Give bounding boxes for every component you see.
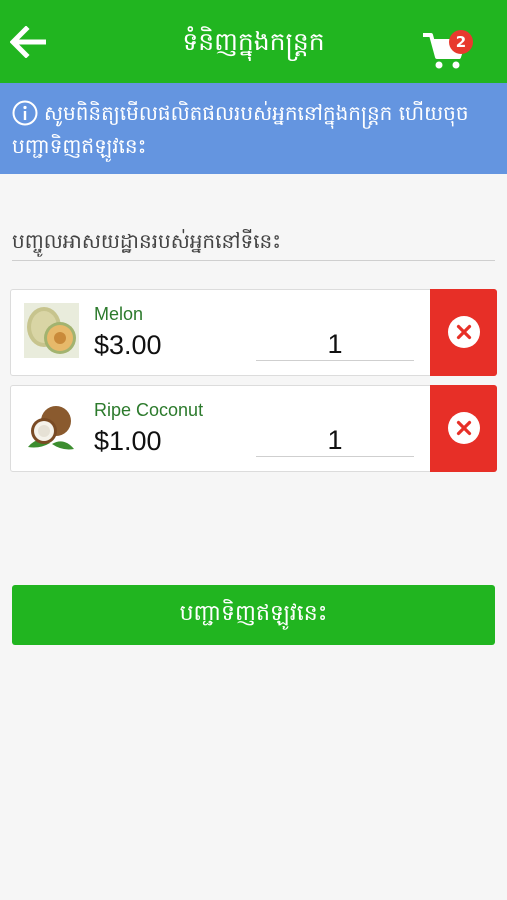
melon-image [24, 303, 79, 358]
close-icon [448, 412, 480, 444]
coconut-image [24, 399, 79, 454]
item-name: Ripe Coconut [94, 400, 204, 420]
info-message: សូមពិនិត្យមើលផលិតផលរបស់អ្នកនៅក្នុងកន្ត្រ… [12, 101, 469, 158]
arrow-left-icon [9, 25, 46, 59]
address-input[interactable] [12, 222, 495, 261]
close-icon [448, 316, 480, 348]
cart-item: Ripe Coconut $1.00 [10, 385, 497, 472]
remove-item-button[interactable] [430, 289, 497, 376]
page-title: ទំនិញក្នុងកន្ត្រក [182, 27, 325, 56]
back-button[interactable] [9, 25, 48, 59]
app-header: ទំនិញក្នុងកន្ត្រក 2 [0, 0, 507, 83]
order-now-button[interactable]: បញ្ជាទិញឥឡូវនេះ [12, 585, 495, 645]
quantity-input[interactable] [256, 424, 414, 457]
item-name: Melon [94, 304, 144, 324]
item-price: $3.00 [94, 330, 162, 360]
quantity-input[interactable] [256, 328, 414, 361]
cart-count-badge: 2 [449, 30, 473, 54]
item-price: $1.00 [94, 426, 162, 456]
remove-item-button[interactable] [430, 385, 497, 472]
cart-item: Melon $3.00 [10, 289, 497, 376]
